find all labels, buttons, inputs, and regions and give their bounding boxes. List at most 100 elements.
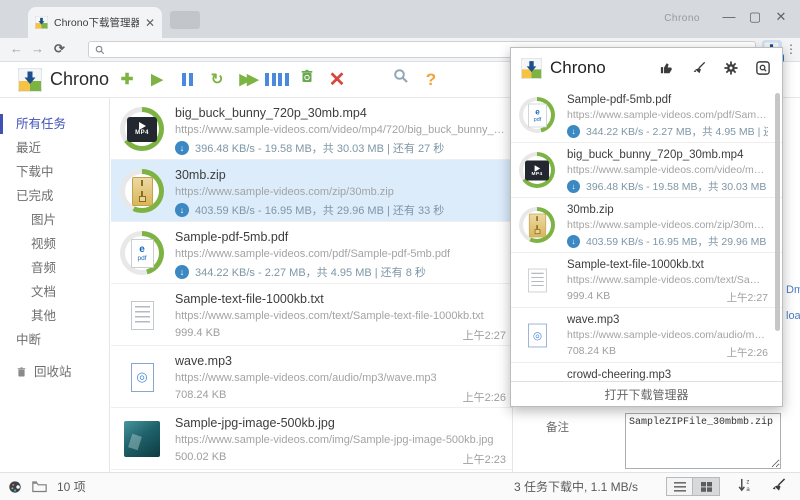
- sort-button[interactable]: za: [738, 478, 753, 495]
- detail-link-fragment[interactable]: Dm: [786, 284, 800, 296]
- download-list: MP4 big_buck_bunny_720p_30mb.mp4 https:/…: [111, 98, 512, 472]
- list-view-toggle[interactable]: [666, 477, 693, 496]
- broom-icon: [771, 478, 786, 492]
- items-count: 10 项: [57, 478, 86, 495]
- sidebar-item-recent[interactable]: 最近: [0, 136, 109, 160]
- popup-row-txt[interactable]: Sample-text-file-1000kb.txt https://www.…: [511, 253, 782, 308]
- resume-button[interactable]: ▶: [142, 62, 172, 98]
- download-title: Sample-jpg-image-500kb.jpg: [175, 416, 506, 430]
- popup-download-list: epdf Sample-pdf-5mb.pdf https://www.samp…: [511, 88, 782, 382]
- sniffer-button[interactable]: [756, 61, 770, 75]
- download-url: https://www.sample-videos.com/video/mp4/…: [567, 164, 768, 176]
- status-bar: 10 项 3 任务下载中, 1.1 MB/s za: [0, 472, 800, 500]
- grid-view-toggle[interactable]: [693, 477, 720, 496]
- clear-button[interactable]: [771, 478, 786, 495]
- popup-row-mp4[interactable]: MP4 big_buck_bunny_720p_30mb.mp4 https:/…: [511, 143, 782, 198]
- popup-row-zip[interactable]: 30mb.zip https://www.sample-videos.com/z…: [511, 198, 782, 253]
- sidebar-item-all-tasks[interactable]: 所有任务: [0, 112, 109, 136]
- thumbs-up-icon: [660, 61, 674, 75]
- download-title: Sample-pdf-5mb.pdf: [567, 94, 768, 106]
- search-icon: [95, 45, 105, 55]
- open-download-manager-button[interactable]: 打开下载管理器: [511, 381, 782, 406]
- sidebar-item-videos[interactable]: 视频: [0, 232, 109, 256]
- sidebar-item-label: 回收站: [34, 360, 72, 384]
- help-button[interactable]: ?: [416, 62, 446, 98]
- retry-button[interactable]: ↻: [202, 62, 232, 98]
- sidebar-item-documents[interactable]: 文档: [0, 280, 109, 304]
- image-thumbnail: [124, 421, 160, 457]
- reload-button[interactable]: ⟳: [54, 41, 65, 57]
- zip-file-icon: [528, 213, 545, 237]
- palette-icon[interactable]: [8, 480, 22, 494]
- download-url: https://www.sample-videos.com/pdf/Sample…: [567, 109, 768, 121]
- new-tab-button[interactable]: [170, 11, 200, 29]
- search-tasks-button[interactable]: [386, 62, 416, 98]
- sidebar-item-others[interactable]: 其他: [0, 304, 109, 328]
- pause-button[interactable]: [172, 62, 202, 98]
- download-status: ↓396.48 KB/s - 19.58 MB，共 30.03 MB | 还有 …: [175, 140, 506, 156]
- popup-scrollbar[interactable]: [775, 93, 780, 331]
- popup-row-pdf[interactable]: epdf Sample-pdf-5mb.pdf https://www.samp…: [511, 88, 782, 143]
- settings-button[interactable]: [724, 61, 738, 75]
- window-minimize-button[interactable]: —: [720, 9, 738, 24]
- sidebar-item-interrupted[interactable]: 中断: [0, 328, 109, 352]
- downloading-icon: ↓: [175, 203, 189, 217]
- download-row-mp4[interactable]: MP4 big_buck_bunny_720p_30mb.mp4 https:/…: [111, 98, 512, 160]
- downloading-icon: ↓: [567, 125, 580, 138]
- download-url: https://www.sample-videos.com/video/mp4/…: [175, 124, 506, 136]
- like-button[interactable]: [660, 61, 674, 75]
- detail-link-fragment[interactable]: loa: [786, 310, 800, 322]
- delete-button[interactable]: ✕: [322, 62, 352, 98]
- download-status-summary: 3 任务下载中, 1.1 MB/s: [514, 478, 638, 495]
- download-row-mp3[interactable]: ◎ wave.mp3 https://www.sample-videos.com…: [111, 346, 512, 408]
- download-row-pdf[interactable]: epdf Sample-pdf-5mb.pdf https://www.samp…: [111, 222, 512, 284]
- zip-file-icon: [132, 177, 153, 206]
- mp4-file-icon: MP4: [127, 117, 157, 142]
- audio-file-icon: ◎: [528, 323, 547, 347]
- back-button[interactable]: ←: [10, 41, 23, 56]
- clear-button[interactable]: [692, 61, 706, 75]
- browser-tab[interactable]: Chrono下载管理器 ✕: [28, 7, 162, 38]
- search-icon: [393, 68, 409, 84]
- chrono-logo: [18, 68, 42, 92]
- mp4-file-icon: MP4: [525, 160, 549, 180]
- popup-header: Chrono: [511, 48, 782, 88]
- download-title: 30mb.zip: [175, 168, 506, 182]
- sidebar-item-completed[interactable]: 已完成: [0, 184, 109, 208]
- download-meta: 999.4 KB上午2:27: [567, 290, 768, 305]
- add-task-button[interactable]: ✚: [112, 62, 142, 98]
- browser-menu-icon[interactable]: ⋮: [785, 42, 797, 56]
- window-maximize-button[interactable]: ▢: [746, 9, 764, 25]
- svg-text:a: a: [746, 487, 750, 492]
- tab-close-icon[interactable]: ✕: [145, 16, 155, 30]
- resume-all-button[interactable]: ▶▶: [232, 62, 262, 98]
- download-title: 30mb.zip: [567, 204, 768, 216]
- popup-row-mp3[interactable]: ◎ wave.mp3 https://www.sample-videos.com…: [511, 308, 782, 363]
- pause-all-button[interactable]: [262, 62, 292, 98]
- download-status: ↓403.59 KB/s - 16.95 MB，共 29.96 MB | 还有 …: [567, 234, 768, 249]
- folder-icon[interactable]: [32, 480, 47, 493]
- sidebar-item-downloading[interactable]: 下载中: [0, 160, 109, 184]
- svg-text:z: z: [746, 480, 749, 486]
- move-to-trash-button[interactable]: [292, 62, 322, 98]
- download-row-zip[interactable]: 30mb.zip https://www.sample-videos.com/z…: [111, 160, 512, 222]
- sidebar-item-recycle-bin[interactable]: 回收站: [0, 360, 109, 384]
- downloading-icon: ↓: [175, 265, 189, 279]
- note-label: 备注: [546, 419, 569, 435]
- download-url: https://www.sample-videos.com/text/Sampl…: [175, 310, 506, 322]
- downloading-icon: ↓: [567, 235, 580, 248]
- download-row-txt[interactable]: Sample-text-file-1000kb.txt https://www.…: [111, 284, 512, 346]
- download-status: ↓344.22 KB/s - 2.27 MB，共 4.95 MB | 还有 8 …: [567, 124, 768, 139]
- trash-icon: [16, 366, 27, 378]
- download-row-jpg[interactable]: Sample-jpg-image-500kb.jpg https://www.s…: [111, 408, 512, 470]
- window-close-button[interactable]: ✕: [772, 9, 790, 25]
- note-textarea[interactable]: SampleZIPFile_30mbmb.zip: [625, 413, 781, 469]
- sidebar-item-images[interactable]: 图片: [0, 208, 109, 232]
- forward-button[interactable]: →: [31, 41, 44, 56]
- popup-row-crowd-cheering[interactable]: crowd-cheering.mp3: [511, 363, 782, 382]
- tab-title: Chrono下载管理器: [54, 15, 139, 30]
- sidebar-item-audio[interactable]: 音频: [0, 256, 109, 280]
- popup-title: Chrono: [550, 58, 652, 78]
- download-meta: 708.24 KB上午2:26: [175, 389, 506, 405]
- list-view-icon: [674, 482, 686, 492]
